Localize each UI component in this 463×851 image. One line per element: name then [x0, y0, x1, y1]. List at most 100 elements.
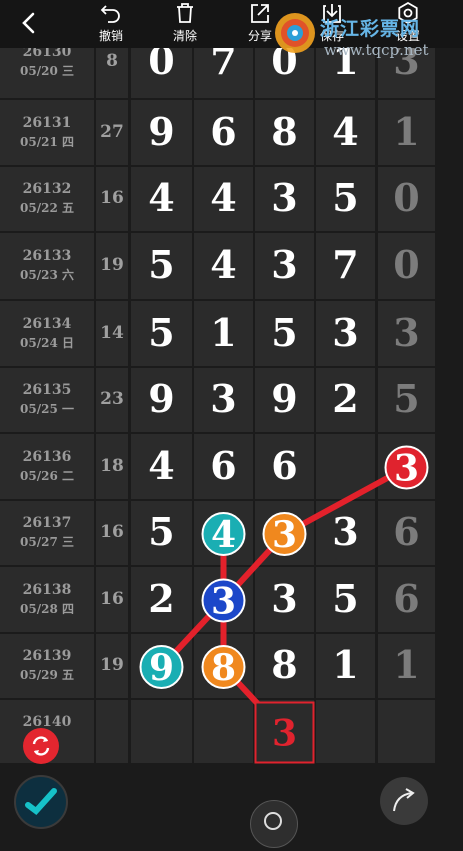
watermark: 浙江彩票网 www.tqcp.net	[272, 8, 457, 64]
table-row: 26139 05/29 五 19 8 1 1	[0, 634, 463, 698]
undo-button[interactable]: 撤销	[81, 0, 141, 48]
grid-cell[interactable]	[316, 434, 375, 499]
sum-value: 23	[100, 389, 124, 409]
table-row: 26132 05/22 五 16 4 4 3 5 0	[0, 167, 463, 231]
issue-date: 05/20 三	[20, 64, 74, 78]
digit-cell: 4	[210, 242, 237, 287]
digit-cell: 9	[271, 376, 298, 421]
tail-digit: 0	[393, 242, 420, 287]
digit-cell: 6	[210, 108, 237, 154]
issue-number: 26134	[22, 315, 72, 332]
table-row: 26134 05/24 日 14 5 1 5 3 3	[0, 301, 463, 366]
issue-cell: 26136 05/26 二	[0, 449, 94, 484]
digit-cell: 4	[332, 108, 359, 154]
digit-cell: 3	[271, 575, 298, 621]
issue-cell: 26135 05/25 一	[0, 382, 94, 417]
sum-value: 19	[100, 655, 124, 675]
sum-value: 8	[106, 51, 118, 71]
issue-number: 26139	[22, 648, 72, 664]
trash-icon	[177, 3, 193, 23]
issue-cell: 26132 05/22 五	[0, 181, 94, 216]
digit-cell: 3	[271, 242, 298, 287]
table-row: 26135 05/25 一 23 9 3 9 2 5	[0, 368, 463, 432]
tail-digit: 6	[393, 575, 420, 621]
digit-cell: 3	[332, 309, 359, 355]
issue-date: 05/26 二	[20, 468, 74, 483]
search-icon	[264, 812, 282, 830]
issue-number: 26131	[22, 114, 72, 131]
digit-cell: 4	[210, 175, 237, 220]
refresh-button[interactable]	[23, 728, 59, 764]
issue-cell: 26131 05/21 四	[0, 115, 94, 150]
issue-date: 05/29 五	[20, 668, 74, 682]
draw-curve-button[interactable]	[380, 777, 428, 825]
issue-date: 05/24 日	[20, 335, 74, 350]
tail-digit: 1	[393, 642, 420, 687]
issue-cell: 26139 05/29 五	[0, 648, 94, 683]
issue-date: 05/25 一	[20, 402, 74, 416]
digit-cell: 9	[148, 108, 175, 154]
digit-cell: 3	[332, 509, 359, 554]
undo-label: 撤销	[98, 29, 123, 43]
tail-digit: 1	[393, 108, 420, 154]
digit-cell: 2	[148, 575, 175, 621]
watermark-url: www.tqcp.net	[324, 41, 429, 59]
table-row: 26136 05/26 二 18 4 6 6	[0, 434, 463, 499]
search-button[interactable]	[250, 800, 298, 848]
grid-cell[interactable]	[316, 700, 375, 763]
issue-date: 05/22 五	[20, 201, 74, 215]
table-row: 26137 05/27 三 16 5 3 6	[0, 501, 463, 565]
grid-cell[interactable]	[378, 434, 435, 499]
lottery-trend-grid: 26130 05/20 三 8 0 7 0 1 3 26131 05/21 四 27 9 6 8 4 1 261…	[0, 0, 463, 816]
grid-cell[interactable]	[194, 501, 253, 565]
watermark-logo-icon	[275, 13, 315, 53]
sum-value: 16	[100, 188, 124, 208]
table-row: 26138 05/28 四 16 2 3 5 6	[0, 567, 463, 632]
grid-cell[interactable]	[255, 700, 314, 763]
digit-cell: 4	[148, 175, 175, 220]
sum-value: 16	[100, 588, 124, 609]
table-row: 26140	[0, 700, 463, 763]
digit-cell: 1	[332, 642, 359, 687]
watermark-title: 浙江彩票网	[320, 18, 421, 40]
grid-cell[interactable]	[194, 634, 253, 698]
back-button[interactable]	[14, 8, 44, 38]
issue-cell: 26130 05/20 三	[0, 44, 94, 79]
issue-number: 26135	[22, 382, 72, 398]
clear-button[interactable]: 清除	[155, 0, 215, 48]
issue-number: 26137	[22, 515, 72, 531]
chevron-left-icon	[22, 12, 35, 34]
sum-value: 14	[100, 322, 124, 343]
grid-cell[interactable]	[194, 700, 253, 763]
digit-cell: 5	[148, 509, 175, 554]
grid-cell[interactable]	[96, 700, 128, 763]
digit-cell: 5	[271, 309, 298, 355]
digit-cell: 6	[271, 442, 298, 488]
tail-digit: 5	[393, 376, 420, 421]
clear-label: 清除	[172, 29, 197, 43]
digit-cell: 2	[332, 376, 359, 421]
checkmark-logo-icon	[25, 788, 57, 816]
issue-cell: 26138 05/28 四	[0, 582, 94, 617]
grid-cell[interactable]	[131, 634, 192, 698]
issue-cell: 26134 05/24 日	[0, 316, 94, 351]
issue-date: 05/23 六	[20, 268, 74, 282]
digit-cell: 5	[148, 242, 175, 287]
tail-digit: 0	[393, 175, 420, 220]
tail-digit: 6	[393, 509, 420, 554]
app-logo-button[interactable]	[14, 775, 68, 829]
sum-value: 27	[100, 121, 124, 142]
draw-curve-icon	[393, 788, 415, 812]
table-row: 26133 05/23 六 19 5 4 3 7 0	[0, 233, 463, 299]
grid-cell[interactable]	[378, 700, 435, 763]
issue-number: 26136	[22, 448, 72, 465]
grid-cell[interactable]	[194, 567, 253, 632]
refresh-icon	[32, 736, 50, 756]
digit-cell: 8	[271, 642, 298, 687]
issue-number: 26132	[22, 181, 72, 197]
grid-cell[interactable]	[131, 700, 192, 763]
digit-cell: 8	[271, 108, 298, 154]
issue-date: 05/27 三	[20, 535, 74, 549]
grid-cell[interactable]	[255, 501, 314, 565]
issue-number: 26133	[22, 248, 72, 264]
